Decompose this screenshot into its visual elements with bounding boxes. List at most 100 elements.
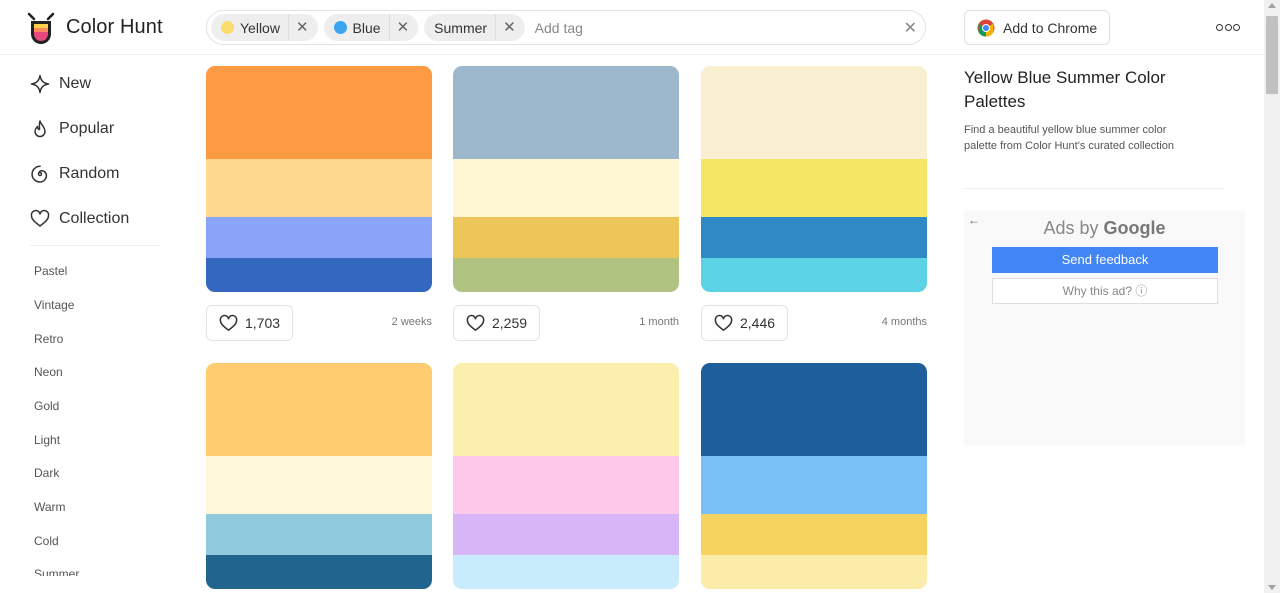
sidebar-tag-gold[interactable]: Gold (34, 399, 59, 413)
heart-icon (219, 314, 238, 331)
tag-chip-blue[interactable]: Blue ✕ (323, 14, 419, 41)
sidebar-tag-neon[interactable]: Neon (34, 365, 63, 379)
palette-age: 4 months (881, 316, 927, 328)
heart-icon (714, 314, 733, 331)
color-swatch[interactable] (453, 456, 679, 514)
color-swatch[interactable] (453, 514, 679, 555)
sidebar-tag-dark[interactable]: Dark (34, 466, 59, 480)
sparkle-icon (30, 74, 50, 94)
sidebar-tag-vintage[interactable]: Vintage (34, 298, 74, 312)
color-swatch[interactable] (206, 66, 432, 159)
like-button[interactable]: 2,446 (701, 305, 789, 341)
color-dot-icon (221, 21, 234, 34)
tag-chip-label: Yellow (240, 19, 280, 36)
color-swatch[interactable] (701, 258, 927, 292)
logo-icon (27, 12, 55, 44)
color-swatch[interactable] (701, 514, 927, 555)
sidebar-item-collection[interactable]: Collection (30, 209, 129, 229)
palette-footer: 2,259 1 month (453, 292, 679, 342)
color-swatch[interactable] (701, 66, 927, 159)
dot-icon (1224, 23, 1232, 31)
tag-chip-summer[interactable]: Summer ✕ (424, 14, 525, 41)
heart-icon (466, 314, 485, 331)
remove-tag-icon[interactable]: ✕ (495, 14, 519, 41)
scroll-up-icon[interactable] (1268, 3, 1276, 8)
ads-by-text: Ads by (1043, 218, 1099, 238)
like-count: 2,259 (492, 315, 528, 331)
ads-by-google-label: Ads by Google (964, 218, 1245, 239)
scrollbar[interactable] (1264, 0, 1280, 593)
sidebar-item-new[interactable]: New (30, 74, 91, 94)
sidebar-item-label: Popular (59, 120, 115, 137)
sidebar-item-label: Collection (59, 210, 130, 227)
color-swatch[interactable] (701, 555, 927, 589)
palette-swatches[interactable] (453, 363, 679, 589)
color-swatch[interactable] (206, 456, 432, 514)
color-swatch[interactable] (453, 159, 679, 217)
sidebar-divider (30, 245, 160, 246)
palette-swatches[interactable] (453, 66, 679, 292)
info-divider (964, 188, 1224, 189)
tag-chip-yellow[interactable]: Yellow ✕ (211, 14, 318, 41)
sidebar-tag-retro[interactable]: Retro (34, 332, 63, 346)
sidebar-tag-summer[interactable]: Summer (34, 567, 79, 576)
color-swatch[interactable] (206, 258, 432, 292)
like-count: 1,703 (245, 315, 281, 331)
color-swatch[interactable] (453, 217, 679, 258)
tag-search-bar[interactable]: Yellow ✕ Blue ✕ Summer ✕ ✕ (206, 10, 926, 45)
flame-icon (34, 120, 46, 138)
sidebar-item-popular[interactable]: Popular (30, 119, 114, 139)
palette-card[interactable]: 1,703 2 weeks (206, 66, 432, 342)
sidebar-tag-cold[interactable]: Cold (34, 534, 59, 548)
color-swatch[interactable] (453, 66, 679, 159)
palette-swatches[interactable] (206, 66, 432, 292)
sidebar-tag-pastel[interactable]: Pastel (34, 264, 67, 278)
page-description: Find a beautiful yellow blue summer colo… (964, 124, 1174, 152)
scroll-down-icon[interactable] (1268, 585, 1276, 590)
tag-chip-label: Blue (352, 19, 381, 36)
app-title: Color Hunt (66, 15, 163, 38)
why-this-ad-button[interactable]: Why this ad? ⓘ (992, 278, 1218, 304)
send-feedback-button[interactable]: Send feedback (992, 247, 1218, 273)
logo[interactable]: Color Hunt (26, 10, 163, 44)
color-swatch[interactable] (453, 555, 679, 589)
color-swatch[interactable] (453, 363, 679, 456)
palette-card[interactable]: 2,259 1 month (453, 66, 679, 342)
palette-card[interactable] (453, 363, 679, 589)
color-swatch[interactable] (453, 258, 679, 292)
color-dot-icon (333, 21, 347, 34)
color-swatch[interactable] (206, 555, 432, 589)
add-to-chrome-button[interactable]: Add to Chrome (964, 10, 1110, 45)
color-swatch[interactable] (701, 363, 927, 456)
sidebar-item-label: New (59, 75, 92, 92)
palette-card[interactable] (206, 363, 432, 589)
page-title: Yellow Blue Summer Color Palettes (964, 68, 1166, 111)
palette-swatches[interactable] (701, 363, 927, 589)
color-swatch[interactable] (206, 159, 432, 217)
add-tag-input[interactable] (534, 19, 865, 36)
color-swatch[interactable] (206, 217, 432, 258)
sidebar-item-random[interactable]: Random (30, 164, 119, 184)
palette-card[interactable]: 2,446 4 months (701, 66, 927, 342)
palette-card[interactable] (701, 363, 927, 589)
palette-swatches[interactable] (701, 66, 927, 292)
color-swatch[interactable] (206, 514, 432, 555)
remove-tag-icon[interactable]: ✕ (388, 14, 413, 41)
ad-panel: ← Ads by Google Send feedback Why this a… (964, 211, 1245, 445)
like-button[interactable]: 2,259 (453, 305, 541, 341)
palette-swatches[interactable] (206, 363, 432, 589)
sidebar-item-label: Random (59, 165, 120, 182)
color-swatch[interactable] (701, 456, 927, 514)
palette-age: 2 weeks (391, 316, 432, 328)
clear-tags-icon[interactable]: ✕ (904, 18, 917, 38)
sidebar-tag-warm[interactable]: Warm (34, 500, 66, 514)
more-options-button[interactable] (1216, 20, 1240, 34)
spiral-icon (31, 165, 48, 183)
color-swatch[interactable] (701, 217, 927, 258)
remove-tag-icon[interactable]: ✕ (287, 14, 312, 41)
like-button[interactable]: 1,703 (206, 305, 294, 341)
color-swatch[interactable] (701, 159, 927, 217)
scroll-thumb[interactable] (1266, 16, 1278, 94)
color-swatch[interactable] (206, 363, 432, 456)
sidebar-tag-light[interactable]: Light (34, 433, 60, 447)
